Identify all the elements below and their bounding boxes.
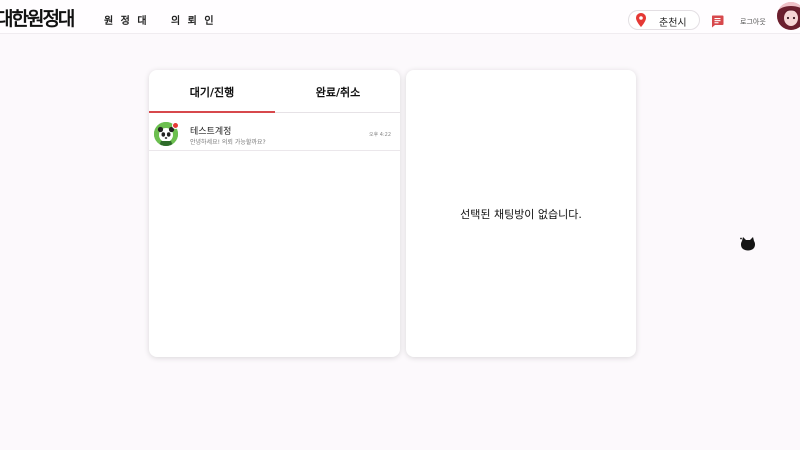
cat-mascot-icon[interactable] <box>740 237 756 251</box>
region-label: 춘천시 <box>659 18 687 29</box>
user-avatar-image <box>777 2 800 30</box>
active-tab-indicator <box>149 111 275 113</box>
logout-button[interactable]: 로그아웃 <box>740 17 766 27</box>
tab-waiting-in-progress[interactable]: 대기/진행 <box>149 84 275 100</box>
user-avatar[interactable] <box>777 2 800 30</box>
tab-completed-cancelled[interactable]: 완료/취소 <box>275 84 400 100</box>
chat-detail-panel: 선택된 채팅방이 없습니다. <box>406 70 636 357</box>
nav-expedition[interactable]: 원 정 대 <box>104 12 149 27</box>
chat-room-name: 테스트계정 <box>190 127 232 137</box>
chat-icon[interactable] <box>711 15 724 28</box>
chat-room-list-panel: 대기/진행 완료/취소 테스트계정 안녕하세요! 의뢰 가능할까요? 오후 4:… <box>149 70 400 357</box>
top-navigation-bar: 대한원정대 원 정 대 의 뢰 인 춘천시 로그아웃 <box>0 0 800 34</box>
unread-badge <box>172 122 179 129</box>
location-pin-icon <box>636 13 646 27</box>
region-selector[interactable]: 춘천시 <box>628 10 700 30</box>
chat-room-last-message: 안녕하세요! 의뢰 가능할까요? <box>190 139 266 146</box>
chat-room-item[interactable]: 테스트계정 안녕하세요! 의뢰 가능할까요? 오후 4:22 <box>149 114 400 151</box>
site-logo[interactable]: 대한원정대 <box>0 4 75 31</box>
empty-chat-message: 선택된 채팅방이 없습니다. <box>460 208 582 221</box>
chat-status-tabs: 대기/진행 완료/취소 <box>149 70 400 113</box>
nav-client[interactable]: 의 뢰 인 <box>171 12 216 27</box>
chat-room-time: 오후 4:22 <box>369 132 392 138</box>
